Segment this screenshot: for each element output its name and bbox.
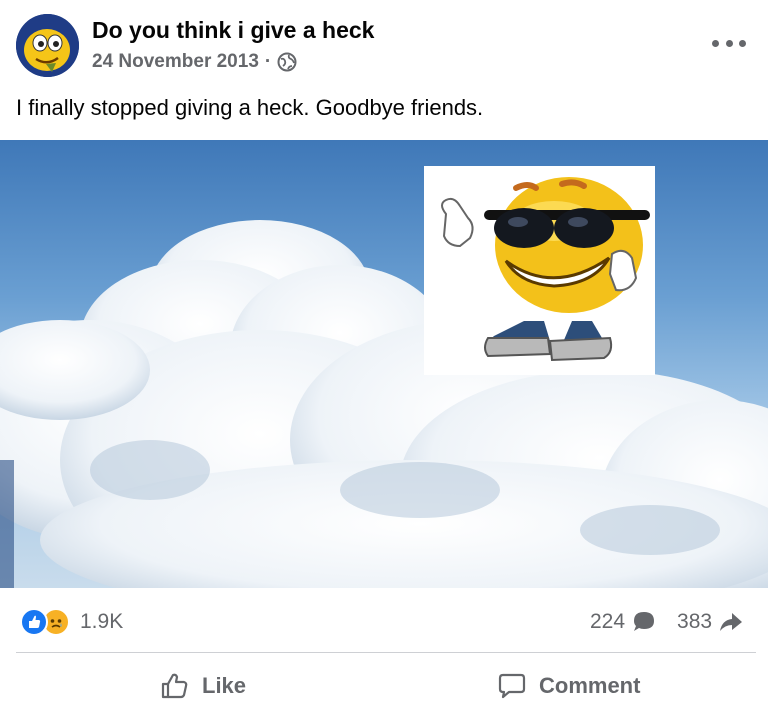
shares-count[interactable]: 383 bbox=[677, 610, 712, 634]
like-button[interactable]: Like bbox=[160, 666, 246, 706]
actions-divider bbox=[16, 652, 756, 653]
comment-label: Comment bbox=[539, 673, 641, 698]
comment-bubble-icon bbox=[631, 609, 657, 635]
post-image[interactable] bbox=[0, 140, 768, 588]
thumbs-up-icon bbox=[160, 671, 190, 701]
post-actions-bar: Like Comment bbox=[0, 660, 768, 710]
like-label: Like bbox=[202, 673, 247, 698]
post-caption: I finally stopped giving a heck. Goodbye… bbox=[16, 95, 484, 120]
engagement-counts: 224 383 bbox=[590, 609, 744, 635]
reactions-summary[interactable]: 1.9K bbox=[20, 608, 123, 636]
comments-count[interactable]: 224 bbox=[590, 610, 625, 634]
more-options-button[interactable] bbox=[712, 32, 746, 54]
comment-button[interactable]: Comment bbox=[497, 666, 640, 706]
post-meta: 24 November 2013 · bbox=[92, 51, 297, 73]
dot-icon bbox=[712, 39, 719, 47]
like-reaction-icon bbox=[20, 608, 48, 636]
author-name[interactable]: Do you think i give a heck bbox=[92, 17, 374, 44]
post-date[interactable]: 24 November 2013 bbox=[92, 51, 259, 73]
reactions-count: 1.9K bbox=[80, 610, 124, 633]
dot-icon bbox=[725, 39, 733, 47]
profile-avatar[interactable] bbox=[16, 14, 79, 77]
post-stats-bar: 1.9K 224 383 bbox=[0, 598, 768, 650]
post-card: Do you think i give a heck 24 November 2… bbox=[0, 0, 768, 712]
globe-icon bbox=[277, 52, 297, 72]
cool-smiley-sticker bbox=[424, 166, 655, 375]
dot-icon bbox=[739, 39, 746, 47]
share-arrow-icon bbox=[718, 609, 744, 635]
meta-separator: · bbox=[264, 51, 272, 72]
comment-icon bbox=[497, 671, 527, 701]
